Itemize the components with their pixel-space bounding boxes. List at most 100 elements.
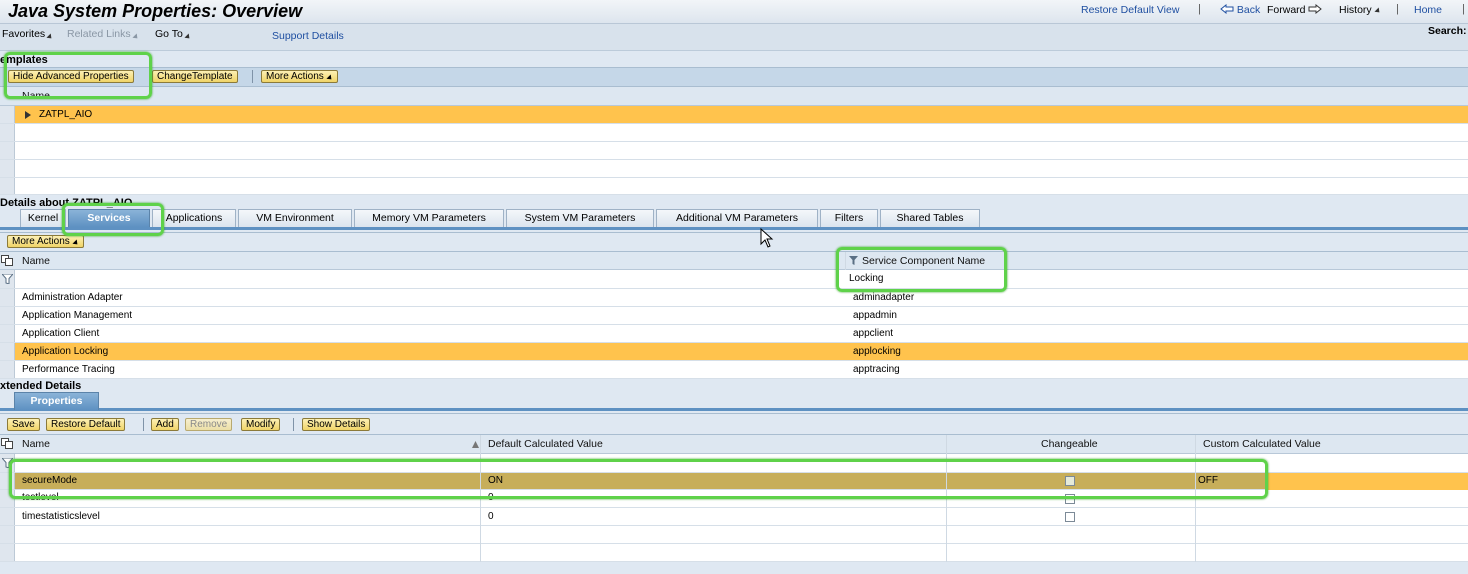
chevron-down-icon [1374,7,1382,15]
filter-row [0,454,1468,473]
hide-advanced-properties-button[interactable]: Hide Advanced Properties [8,70,134,83]
go-to-menu[interactable]: Go To [155,28,192,41]
chevron-down-icon [184,33,192,41]
row-selector[interactable] [0,473,15,489]
table-row[interactable]: secureMode ON OFF [0,473,1468,490]
separator: | [1198,3,1201,15]
row-selector[interactable] [0,160,15,177]
add-button[interactable]: Add [151,418,179,431]
selected-row-tail [1268,473,1468,490]
row-selector[interactable] [0,508,15,525]
tab-additional-vm-parameters[interactable]: Additional VM Parameters [656,209,818,227]
more-actions-button[interactable]: More Actions [261,70,338,83]
back-label: Back [1236,4,1261,16]
table-row[interactable] [0,124,1468,142]
table-row[interactable]: Administration Adapter adminadapter [0,289,1468,307]
tab-properties[interactable]: Properties [14,392,99,410]
service-name: Application Client [22,328,100,339]
table-row[interactable]: testlevel 0 [0,490,1468,508]
tab-kernel[interactable]: Kernel [20,209,66,227]
table-row[interactable]: ZATPL_AIO [0,106,1468,124]
footer-band [0,562,1468,574]
tab-vm-environment[interactable]: VM Environment [238,209,352,227]
properties-column-custom[interactable]: Custom Calculated Value [1203,438,1321,450]
toolbar-separator [143,418,144,431]
separator: | [1462,3,1465,15]
services-column-name[interactable]: Name [22,255,50,267]
table-row[interactable]: Performance Tracing apptracing [0,361,1468,379]
property-custom-value[interactable]: OFF [1198,475,1218,487]
properties-column-default[interactable]: Default Calculated Value [488,438,603,450]
menu-bar [0,24,1468,51]
properties-column-changeable[interactable]: Changeable [1041,438,1098,450]
support-details-link[interactable]: Support Details [272,30,344,42]
favorites-menu[interactable]: Favorites [2,28,54,41]
table-row[interactable] [0,160,1468,178]
row-selector[interactable] [0,343,15,360]
tab-applications[interactable]: Applications [152,209,236,227]
changeable-checkbox[interactable] [1065,494,1075,504]
table-settings-icon[interactable] [1,255,13,266]
restore-default-view-link[interactable]: Restore Default View [1081,4,1179,16]
table-row[interactable] [0,544,1468,562]
mouse-cursor-icon [760,228,774,248]
changeable-checkbox[interactable] [1065,476,1075,486]
related-links-menu[interactable]: Related Links [67,28,140,41]
service-name: Application Management [22,310,133,321]
row-selector[interactable] [0,361,15,378]
expand-icon[interactable] [25,111,31,119]
row-selector[interactable] [0,526,15,543]
table-row[interactable]: timestatisticslevel 0 [0,508,1468,526]
home-link[interactable]: Home [1414,4,1442,16]
row-selector[interactable] [0,124,15,141]
table-row[interactable] [0,142,1468,160]
templates-column-name[interactable]: Name [22,90,50,102]
change-template-button[interactable]: ChangeTemplate [152,70,238,83]
row-selector[interactable] [0,544,15,561]
back-arrow-icon [1220,4,1234,14]
back-link[interactable]: Back [1220,4,1260,16]
table-row[interactable] [0,526,1468,544]
modify-button[interactable]: Modify [241,418,281,431]
more-actions-label: More Actions [266,71,324,82]
row-selector[interactable] [0,490,15,507]
forward-link[interactable]: Forward [1267,4,1323,16]
changeable-checkbox[interactable] [1065,512,1075,522]
favorites-label: Favorites [2,28,46,40]
tab-shared-tables[interactable]: Shared Tables [880,209,980,227]
tab-memory-vm-parameters[interactable]: Memory VM Parameters [354,209,504,227]
filter-input-component[interactable]: Locking [849,273,883,285]
remove-button[interactable]: Remove [185,418,233,431]
forward-arrow-icon [1308,4,1323,14]
go-to-label: Go To [155,28,183,40]
tab-services[interactable]: Services [68,209,150,227]
row-selector[interactable] [0,325,15,342]
table-row[interactable]: Application Locking applocking [0,343,1468,361]
row-selector[interactable] [0,289,15,306]
save-button[interactable]: Save [7,418,40,431]
row-selector[interactable] [0,178,15,194]
property-name: secureMode [22,475,78,486]
row-selector[interactable] [0,142,15,159]
properties-column-name[interactable]: Name [22,438,50,450]
restore-default-button[interactable]: Restore Default [46,418,126,431]
history-menu[interactable]: History [1339,4,1382,16]
table-row[interactable] [0,178,1468,195]
related-links-label: Related Links [67,28,131,40]
show-details-button[interactable]: Show Details [302,418,371,431]
services-column-component[interactable]: Service Component Name [862,255,985,267]
more-actions-button[interactable]: More Actions [7,235,84,248]
row-selector[interactable] [0,307,15,324]
tab-system-vm-parameters[interactable]: System VM Parameters [506,209,654,227]
services-table-header [0,252,1468,270]
tab-filters[interactable]: Filters [820,209,878,227]
table-row[interactable]: Application Management appadmin [0,307,1468,325]
filter-toggle[interactable] [0,454,15,472]
property-default-value: ON [488,475,503,486]
table-settings-icon[interactable] [1,438,13,449]
filter-toggle[interactable] [0,270,15,288]
row-selector[interactable] [0,106,15,123]
filter-row: Locking [0,270,1468,289]
sort-icon[interactable] [472,441,479,448]
table-row[interactable]: Application Client appclient [0,325,1468,343]
